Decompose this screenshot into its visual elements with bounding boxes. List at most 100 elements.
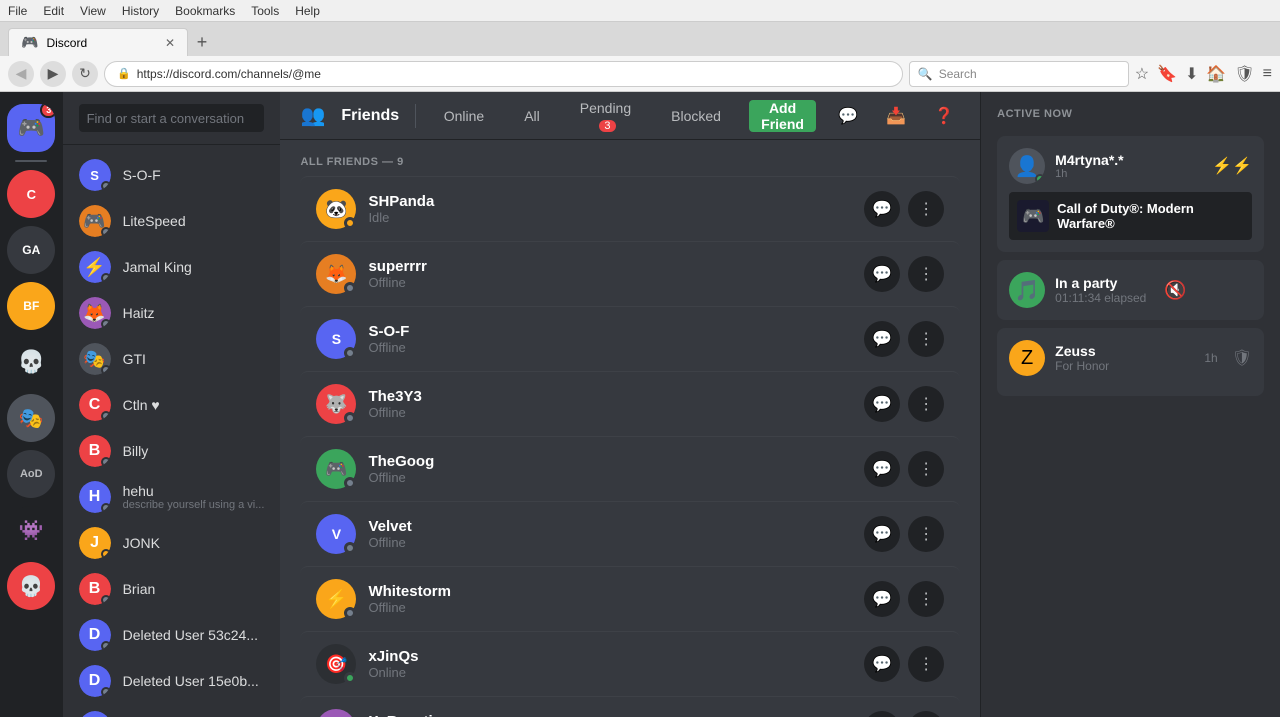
active-user-name: Zeuss [1055, 343, 1194, 359]
message-friend-button[interactable]: 💬 [864, 646, 900, 682]
menu-history[interactable]: History [122, 4, 159, 18]
bookmark-star-icon[interactable]: ☆ [1135, 64, 1149, 84]
message-friend-button[interactable]: 💬 [864, 451, 900, 487]
server-icon-2[interactable]: GA [7, 226, 55, 274]
menu-tools[interactable]: Tools [251, 4, 279, 18]
new-tab-button[interactable]: + [188, 28, 216, 56]
menu-edit[interactable]: Edit [43, 4, 64, 18]
dm-item-deleted1[interactable]: D Deleted User 53c24... [71, 613, 273, 657]
dm-item-hehu[interactable]: H hehu describe yourself using a vi... [71, 475, 273, 519]
dm-avatar-jamal: ⚡ [79, 251, 111, 283]
friend-item-superrrr[interactable]: 🦊 superrrr Offline 💬 ⋮ [300, 241, 960, 306]
dm-search-input[interactable] [79, 104, 265, 132]
friends-header: 👥 Friends Online All Pending 3 Blocked A… [280, 92, 980, 140]
more-options-button[interactable]: ⋮ [908, 386, 944, 422]
dm-item-brian[interactable]: B Brian [71, 567, 273, 611]
server-icon-8[interactable]: 💀 [7, 562, 55, 610]
more-options-button[interactable]: ⋮ [908, 321, 944, 357]
more-options-button[interactable]: ⋮ [908, 646, 944, 682]
tab-online[interactable]: Online [432, 100, 496, 132]
menu-bookmarks[interactable]: Bookmarks [175, 4, 235, 18]
active-game-banner: 🎮 Call of Duty®: Modern Warfare® [1009, 192, 1252, 240]
status-indicator [1035, 174, 1045, 184]
friend-item-sof[interactable]: S S-O-F Offline 💬 ⋮ [300, 306, 960, 371]
dm-item-danny[interactable]: D dANNNY [71, 705, 273, 717]
more-options-button[interactable]: ⋮ [908, 516, 944, 552]
dm-item-billy[interactable]: B Billy [71, 429, 273, 473]
more-options-button[interactable]: ⋮ [908, 581, 944, 617]
dm-item-jamal[interactable]: ⚡ Jamal King [71, 245, 273, 289]
browser-search-bar[interactable]: 🔍 Search [909, 61, 1129, 87]
friend-item-the3y3[interactable]: 🐺 The3Y3 Offline 💬 ⋮ [300, 371, 960, 436]
dm-item-gti[interactable]: 🎭 GTI [71, 337, 273, 381]
message-friend-button[interactable]: 💬 [864, 711, 900, 717]
friend-item-velvet[interactable]: V Velvet Offline 💬 ⋮ [300, 501, 960, 566]
message-friend-button[interactable]: 💬 [864, 256, 900, 292]
new-group-dm-button[interactable]: 💬 [832, 100, 864, 132]
friend-item-thegoog[interactable]: 🎮 TheGoog Offline 💬 ⋮ [300, 436, 960, 501]
server-icon-3[interactable]: BF [7, 282, 55, 330]
friend-item-xxrenati[interactable]: 🎭 XxRenati Offline 💬 ⋮ [300, 696, 960, 717]
more-options-button[interactable]: ⋮ [908, 191, 944, 227]
browser-tab-discord[interactable]: 🎮 Discord ✕ [8, 28, 188, 56]
active-user-time-zeuss: 1h [1204, 351, 1217, 365]
shield-icon[interactable]: 🛡 [1234, 64, 1254, 84]
message-friend-button[interactable]: 💬 [864, 386, 900, 422]
status-dot [101, 687, 111, 697]
friend-avatar-thegoog: 🎮 [316, 449, 356, 489]
more-options-button[interactable]: ⋮ [908, 711, 944, 717]
download-icon[interactable]: ⬇ [1185, 64, 1198, 84]
friend-item-shpanda[interactable]: 🐼 SHPanda Idle 💬 ⋮ [300, 176, 960, 241]
menu-icon[interactable]: ≡ [1263, 65, 1272, 83]
status-dot [101, 641, 111, 651]
server-icon-7[interactable]: 👾 [7, 506, 55, 554]
status-dot [101, 273, 111, 283]
tab-pending[interactable]: Pending 3 [568, 100, 643, 132]
server-icon-5[interactable]: 🎭 [7, 394, 55, 442]
inbox-button[interactable]: 📥 [880, 100, 912, 132]
tab-close-icon[interactable]: ✕ [165, 36, 175, 50]
home-server-icon[interactable]: 🎮 3 [7, 104, 55, 152]
dm-avatar-litespeed: 🎮 [79, 205, 111, 237]
friend-item-xjinqs[interactable]: 🎯 xJinQs Online 💬 ⋮ [300, 631, 960, 696]
message-friend-button[interactable]: 💬 [864, 581, 900, 617]
message-friend-button[interactable]: 💬 [864, 191, 900, 227]
more-options-button[interactable]: ⋮ [908, 451, 944, 487]
message-friend-button[interactable]: 💬 [864, 321, 900, 357]
dm-item-ctln[interactable]: C Ctln ♥ [71, 383, 273, 427]
friend-actions: 💬 ⋮ [864, 451, 944, 487]
tab-blocked[interactable]: Blocked [659, 100, 733, 132]
dm-item-litespeed[interactable]: 🎮 LiteSpeed [71, 199, 273, 243]
tab-all[interactable]: All [512, 100, 552, 132]
friend-item-whitestorm[interactable]: ⚡ Whitestorm Offline 💬 ⋮ [300, 566, 960, 631]
back-button[interactable]: ◀ [8, 61, 34, 87]
menu-view[interactable]: View [80, 4, 106, 18]
server-icon-4[interactable]: 💀 [7, 338, 55, 386]
friend-name: xJinQs [368, 648, 864, 665]
bookmark-icon[interactable]: 🔖 [1157, 64, 1177, 84]
more-options-button[interactable]: ⋮ [908, 256, 944, 292]
friend-info: XxRenati Offline [368, 713, 864, 717]
reload-button[interactable]: ↻ [72, 61, 98, 87]
dm-item-sof[interactable]: S S-O-F [71, 153, 273, 197]
dm-item-haitz[interactable]: 🦊 Haitz [71, 291, 273, 335]
add-friend-button[interactable]: Add Friend [749, 100, 816, 132]
status-dot [101, 549, 111, 559]
server-icon-1[interactable]: C [7, 170, 55, 218]
friend-status-text: Offline [368, 340, 864, 355]
server-icon-6[interactable]: AoD [7, 450, 55, 498]
menu-help[interactable]: Help [295, 4, 320, 18]
help-button[interactable]: ❓ [928, 100, 960, 132]
dm-item-jonk[interactable]: J JONK [71, 521, 273, 565]
forward-button[interactable]: ▶ [40, 61, 66, 87]
dm-avatar-ctln: C [79, 389, 111, 421]
tab-title: Discord [46, 36, 87, 50]
url-bar[interactable]: 🔒 https://discord.com/channels/@me [104, 61, 903, 87]
dm-avatar-danny: D [79, 711, 111, 717]
menu-file[interactable]: File [8, 4, 27, 18]
browser-search-text: Search [939, 67, 977, 81]
dm-avatar-sof: S [79, 159, 111, 191]
dm-item-deleted2[interactable]: D Deleted User 15e0b... [71, 659, 273, 703]
message-friend-button[interactable]: 💬 [864, 516, 900, 552]
home-icon[interactable]: 🏠 [1206, 64, 1226, 84]
